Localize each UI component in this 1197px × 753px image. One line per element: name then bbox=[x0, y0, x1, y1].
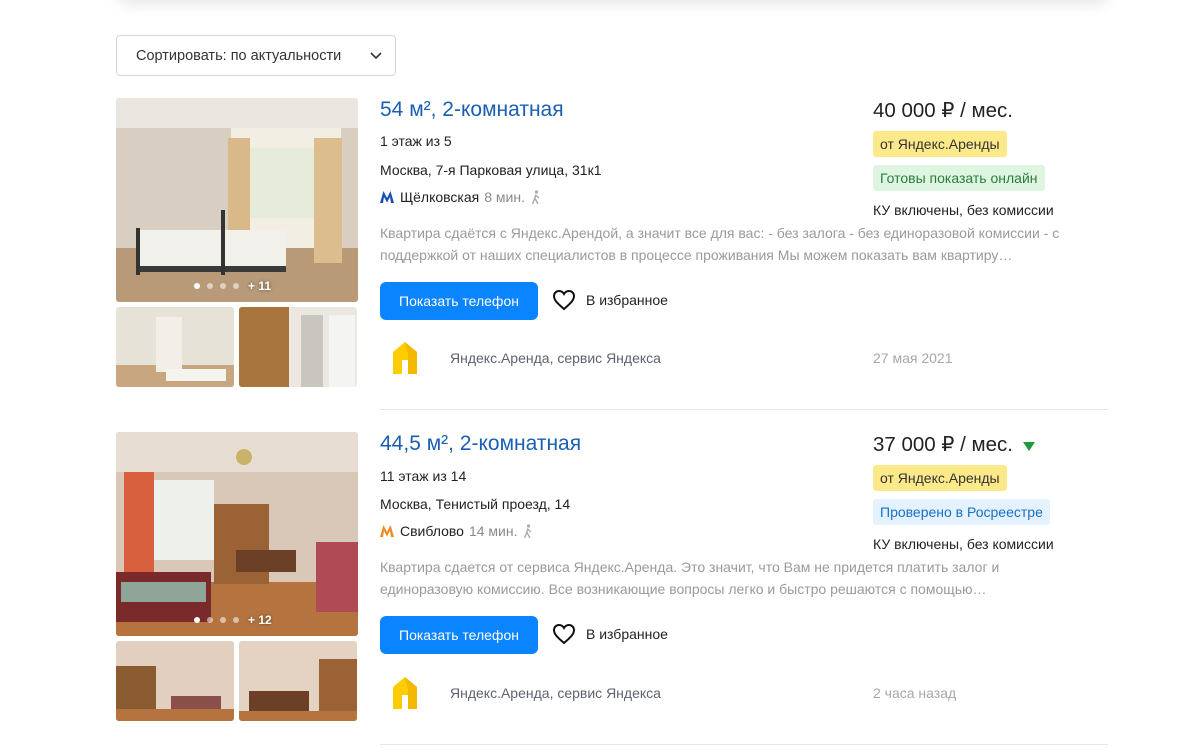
listing-title-link[interactable]: 54 м², 2-комнатная bbox=[380, 98, 564, 122]
listing-thumbnail[interactable] bbox=[239, 641, 357, 721]
pager-dot[interactable] bbox=[194, 617, 200, 623]
sort-dropdown[interactable]: Сортировать: по актуальности bbox=[116, 35, 396, 76]
walking-icon bbox=[524, 523, 532, 538]
listing-description: Квартира сдается от сервиса Яндекс.Аренд… bbox=[380, 559, 1000, 597]
listing-thumbnail[interactable] bbox=[116, 641, 234, 721]
pager-dot[interactable] bbox=[220, 283, 226, 289]
photo-pager[interactable]: + 11 bbox=[194, 279, 271, 293]
yandex-arenda-logo bbox=[393, 342, 417, 374]
listing-thumbnail[interactable] bbox=[116, 307, 234, 387]
metro-time: 14 мин. bbox=[468, 523, 518, 539]
listing-floor: 11 этаж из 14 bbox=[380, 468, 467, 484]
metro-station: Свиблово bbox=[400, 523, 464, 539]
pager-dot[interactable] bbox=[220, 617, 226, 623]
pager-dot[interactable] bbox=[194, 283, 200, 289]
listing-card: + 12 44,5 м², 2-комнатная 11 этаж из 14 … bbox=[116, 432, 1108, 744]
listing-terms: КУ включены, без комиссии bbox=[873, 536, 1054, 552]
yandex-arenda-logo bbox=[393, 677, 417, 709]
badge-rosreestr-verified: Проверено в Росреестре bbox=[873, 499, 1050, 525]
metro-icon bbox=[380, 191, 394, 203]
listing-terms: КУ включены, без комиссии bbox=[873, 202, 1054, 218]
photos-more-count: + 11 bbox=[248, 279, 272, 293]
listing-price: 37 000 ₽ / мес. bbox=[873, 432, 1035, 457]
listing-date: 2 часа назад bbox=[873, 685, 957, 701]
listing-metro: Свиблово 14 мин. bbox=[380, 523, 534, 539]
photo-pager[interactable]: + 12 bbox=[194, 613, 272, 627]
listing-photo-main[interactable]: + 11 bbox=[116, 98, 358, 302]
listing-divider bbox=[380, 409, 1108, 410]
favorite-label: В избранное bbox=[586, 626, 668, 642]
listing-divider bbox=[380, 744, 1108, 745]
heart-icon bbox=[552, 623, 576, 645]
listing-metro: Щёлковская 8 мин. bbox=[380, 189, 542, 205]
chevron-down-icon bbox=[370, 52, 382, 60]
agency-name[interactable]: Яндекс.Аренда, сервис Яндекса bbox=[450, 685, 661, 701]
pager-dot[interactable] bbox=[207, 283, 213, 289]
listing-floor: 1 этаж из 5 bbox=[380, 133, 452, 149]
show-phone-button[interactable]: Показать телефон bbox=[380, 282, 538, 320]
pager-dot[interactable] bbox=[233, 617, 239, 623]
show-phone-button[interactable]: Показать телефон bbox=[380, 616, 538, 654]
heart-icon bbox=[552, 289, 576, 311]
badge-yandex-arenda: от Яндекс.Аренды bbox=[873, 465, 1007, 491]
badge-yandex-arenda: от Яндекс.Аренды bbox=[873, 131, 1007, 157]
pager-dot[interactable] bbox=[233, 283, 239, 289]
favorite-button[interactable]: В избранное bbox=[552, 289, 668, 311]
listing-price: 40 000 ₽ / мес. bbox=[873, 98, 1013, 123]
favorite-button[interactable]: В избранное bbox=[552, 623, 668, 645]
price-value: 37 000 ₽ / мес. bbox=[873, 433, 1013, 456]
listing-title-link[interactable]: 44,5 м², 2-комнатная bbox=[380, 432, 581, 456]
listing-card: + 11 54 м², 2-комнатная 1 этаж из 5 Моск… bbox=[116, 98, 1108, 410]
living-room-photo bbox=[116, 432, 358, 636]
sort-label: Сортировать: по актуальности bbox=[136, 47, 342, 64]
listing-date: 27 мая 2021 bbox=[873, 350, 953, 366]
agency-name[interactable]: Яндекс.Аренда, сервис Яндекса bbox=[450, 350, 661, 366]
price-down-icon bbox=[1022, 441, 1035, 451]
metro-icon bbox=[380, 525, 394, 537]
price-value: 40 000 ₽ / мес. bbox=[873, 99, 1013, 122]
listing-address: Москва, 7-я Парковая улица, 31к1 bbox=[380, 162, 602, 178]
bedroom-photo bbox=[116, 98, 358, 302]
favorite-label: В избранное bbox=[586, 292, 668, 308]
photos-more-count: + 12 bbox=[248, 613, 272, 627]
badge-online-show: Готовы показать онлайн bbox=[873, 165, 1045, 191]
listing-thumbnail[interactable] bbox=[239, 307, 357, 387]
listing-description: Квартира сдаётся с Яндекс.Арендой, а зна… bbox=[380, 225, 1060, 263]
listing-address: Москва, Тенистый проезд, 14 bbox=[380, 496, 571, 512]
walking-icon bbox=[531, 189, 540, 204]
listing-photo-main[interactable]: + 12 bbox=[116, 432, 358, 636]
metro-station: Щёлковская bbox=[400, 189, 480, 205]
pager-dot[interactable] bbox=[207, 617, 213, 623]
metro-time: 8 мин. bbox=[484, 189, 525, 205]
